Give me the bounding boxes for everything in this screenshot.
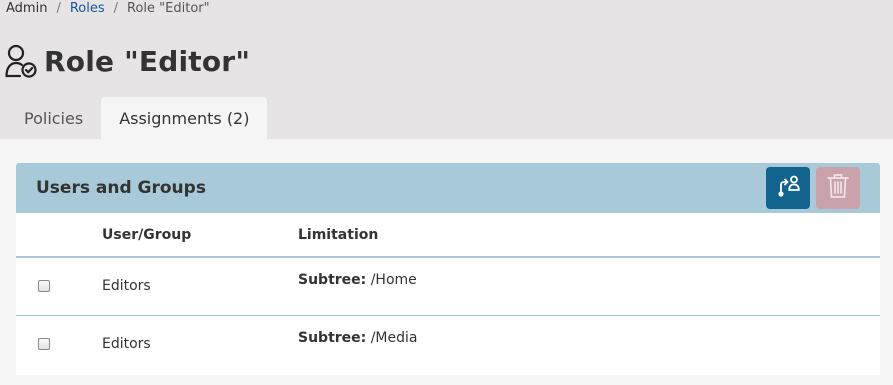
- row-select-cell: [16, 315, 102, 373]
- panel-title: Users and Groups: [36, 178, 206, 198]
- limitation-key: Subtree:: [298, 329, 367, 346]
- row-checkbox[interactable]: [38, 280, 50, 293]
- trash-icon: [826, 173, 850, 203]
- column-header-user-group: User/Group: [102, 213, 298, 258]
- user-check-icon: [5, 44, 37, 78]
- assignments-table: User/Group Limitation Editors Subtree: /…: [16, 213, 880, 373]
- row-checkbox[interactable]: [38, 338, 50, 351]
- limitation-key: Subtree:: [298, 272, 367, 288]
- breadcrumb-item-admin[interactable]: Admin: [6, 1, 47, 16]
- panel-header: Users and Groups: [16, 163, 880, 213]
- assign-button[interactable]: [766, 167, 810, 209]
- column-header-select: [16, 213, 102, 258]
- page-header: Admin / Roles / Role "Editor" Role "Edit…: [0, 0, 893, 139]
- limitation-cell: Subtree: /Media: [298, 315, 880, 373]
- tab-content: Users and Groups User/Group Limitation E…: [0, 139, 893, 385]
- row-select-cell: [16, 257, 102, 316]
- title-row: Role "Editor": [5, 44, 250, 78]
- limitation-value: /Media: [370, 329, 418, 346]
- breadcrumb-item-current: Role "Editor": [127, 1, 210, 16]
- breadcrumb-item-roles[interactable]: Roles: [70, 1, 105, 16]
- users-groups-panel: Users and Groups User/Group Limitation E…: [16, 163, 880, 375]
- tab-policies[interactable]: Policies: [6, 97, 101, 139]
- breadcrumb-separator: /: [56, 1, 61, 16]
- column-header-limitation: Limitation: [298, 213, 880, 258]
- tab-bar: Policies Assignments (2): [6, 97, 268, 139]
- table-row: Editors Subtree: /Home: [16, 257, 880, 316]
- table-row: Editors Subtree: /Media: [16, 315, 880, 373]
- tab-assignments[interactable]: Assignments (2): [101, 97, 268, 139]
- breadcrumb-separator: /: [113, 1, 119, 16]
- assign-user-icon: [776, 174, 800, 202]
- breadcrumb: Admin / Roles / Role "Editor": [6, 1, 210, 16]
- user-group-cell: Editors: [102, 336, 151, 353]
- limitation-cell: Subtree: /Home: [298, 257, 880, 316]
- delete-button[interactable]: [816, 167, 860, 209]
- page-title: Role "Editor": [44, 44, 251, 78]
- user-group-cell: Editors: [102, 257, 298, 316]
- table-header-row: User/Group Limitation: [16, 213, 880, 258]
- limitation-value: /Home: [370, 272, 417, 288]
